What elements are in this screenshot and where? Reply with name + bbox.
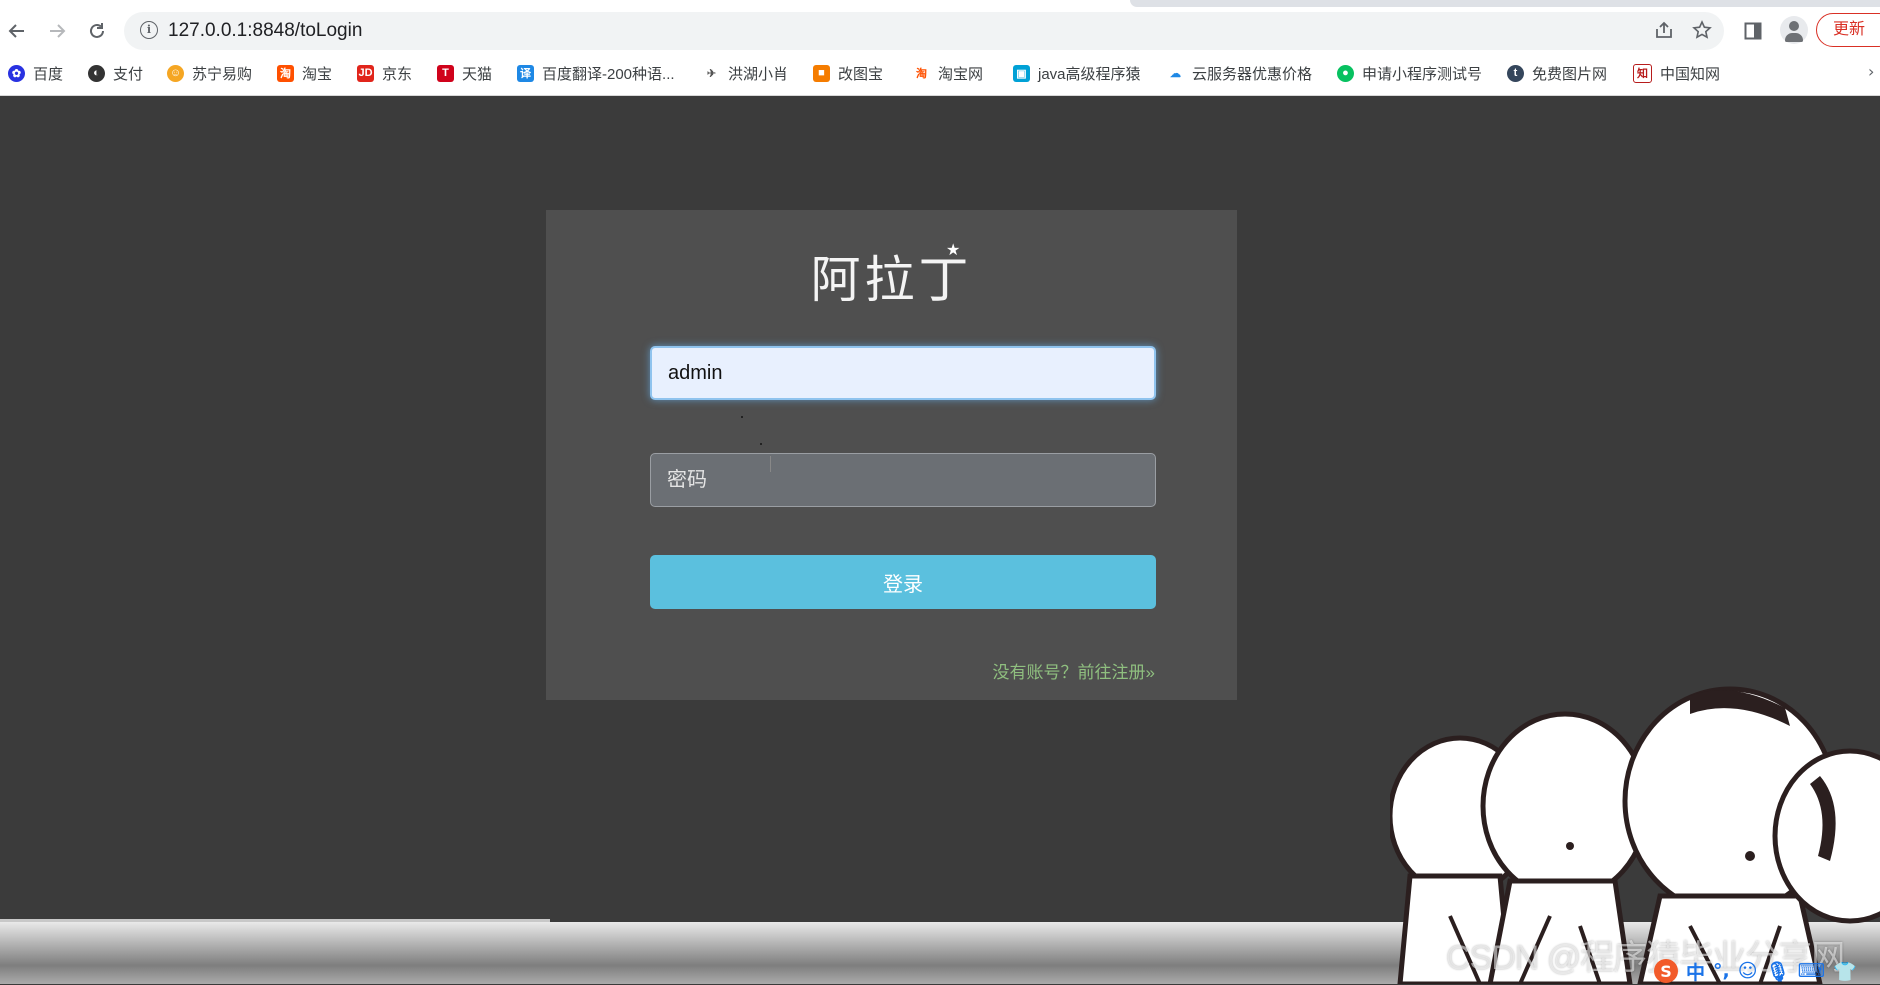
forward-arrow-icon [50, 24, 66, 38]
tmall-icon: T [437, 64, 454, 82]
bookmark-label: 百度翻译-200种语... [542, 65, 675, 83]
bookmark-label: 洪湖小肖 [728, 65, 789, 83]
speck [741, 416, 743, 418]
password-input[interactable] [650, 453, 1156, 507]
cloud-icon: ☁ [1167, 64, 1184, 82]
bookmark-item[interactable]: 知 中国知网 [1633, 60, 1720, 86]
sogou-logo-icon: S [1654, 959, 1678, 983]
side-panel-button[interactable] [1736, 14, 1770, 48]
bookmark-item[interactable]: 淘 淘宝 [277, 60, 332, 86]
bookmark-star-icon[interactable] [1692, 20, 1712, 45]
bookmark-item[interactable]: ✿ 百度 [8, 60, 63, 86]
site-info-icon[interactable]: i [140, 21, 158, 39]
bookmark-label: 申请小程序测试号 [1362, 65, 1483, 83]
baidu-icon: ✿ [8, 64, 25, 82]
jd-icon: JD [357, 64, 374, 82]
bookmark-label: 百度 [33, 65, 64, 83]
bookmark-label: 免费图片网 [1532, 65, 1608, 83]
bookmark-label: 京东 [382, 65, 413, 83]
login-panel: 阿拉丁 ★ 登录 没有账号？前往注册» [546, 210, 1237, 700]
suning-icon: ☺ [167, 64, 184, 82]
share-icon[interactable] [1654, 20, 1674, 45]
ime-toolbar[interactable]: S 中 °, ☺ 🎙 ⌨ 👕 [1654, 958, 1857, 984]
bookmark-item[interactable]: ☁ 云服务器优惠价格 [1167, 60, 1312, 86]
ime-mode-label[interactable]: 中 [1686, 958, 1705, 985]
back-arrow-icon [8, 24, 24, 38]
bookmark-label: 淘宝 [302, 65, 333, 83]
punctuation-icon[interactable]: °, [1713, 960, 1730, 982]
bookmarks-bar: ✿ 百度 ◐ 支付 ☺ 苏宁易购 淘 淘宝 JD 京东 T 天猫 译 百度翻译-… [0, 60, 1880, 86]
bookmark-item[interactable]: ▣ java高级程序猿 [1013, 60, 1141, 86]
pay-icon: ◐ [88, 64, 105, 82]
reload-icon [90, 23, 104, 38]
text-cursor-icon [770, 456, 771, 472]
taobao-icon: 淘 [913, 64, 930, 82]
cnki-icon: 知 [1633, 63, 1652, 83]
bookmark-item[interactable]: t 免费图片网 [1507, 60, 1607, 86]
rocket-icon: ✈ [703, 64, 720, 82]
bookmark-item[interactable]: ☺ 苏宁易购 [167, 60, 252, 86]
bookmark-label: 苏宁易购 [192, 65, 253, 83]
bookmark-item[interactable]: 淘 淘宝网 [913, 60, 983, 86]
keyboard-icon[interactable]: ⌨ [1798, 960, 1825, 982]
url-text[interactable]: 127.0.0.1:8848/toLogin [168, 20, 362, 42]
site-logo: 阿拉丁 [810, 251, 973, 309]
profile-avatar-icon[interactable] [1780, 16, 1808, 44]
skin-shirt-icon[interactable]: 👕 [1833, 960, 1857, 983]
forward-button[interactable] [40, 14, 74, 48]
bookmark-label: java高级程序猿 [1038, 65, 1141, 83]
gaitubao-icon: ■ [813, 64, 830, 82]
speck [760, 443, 762, 445]
reload-button[interactable] [80, 14, 114, 48]
emoji-icon[interactable]: ☺ [1738, 960, 1758, 982]
translate-icon: 译 [517, 64, 534, 82]
update-button[interactable]: 更新 [1816, 13, 1880, 47]
bookmark-label: 改图宝 [838, 65, 884, 83]
browser-chrome: i 127.0.0.1:8848/toLogin 更新 ✿ 百度 ◐ 支付 ☺ … [0, 0, 1880, 96]
back-button[interactable] [0, 14, 34, 48]
bilibili-icon: ▣ [1013, 64, 1030, 82]
bookmark-item[interactable]: T 天猫 [437, 60, 492, 86]
bookmarks-overflow-chevron-icon[interactable]: › [1868, 62, 1874, 81]
taobao-icon: 淘 [277, 64, 294, 82]
microphone-icon[interactable]: 🎙 [1766, 960, 1790, 983]
bookmark-label: 中国知网 [1660, 65, 1721, 83]
bookmark-item[interactable]: ● 申请小程序测试号 [1337, 60, 1482, 86]
bookmark-label: 云服务器优惠价格 [1192, 65, 1313, 83]
t-icon: t [1507, 64, 1524, 82]
bookmark-item[interactable]: ■ 改图宝 [813, 60, 883, 86]
bookmark-label: 支付 [113, 65, 144, 83]
wechat-icon: ● [1337, 64, 1354, 82]
bookmark-item[interactable]: ◐ 支付 [88, 60, 143, 86]
logo-star-icon: ★ [946, 240, 961, 259]
bookmark-item[interactable]: ✈ 洪湖小肖 [703, 60, 788, 86]
tab-strip [1130, 0, 1880, 7]
username-input[interactable] [650, 346, 1156, 400]
bookmark-item[interactable]: JD 京东 [357, 60, 412, 86]
register-link[interactable]: 没有账号？前往注册» [993, 658, 1155, 683]
side-panel-icon [1744, 22, 1762, 40]
login-button[interactable]: 登录 [650, 555, 1156, 609]
bookmark-item[interactable]: 译 百度翻译-200种语... [517, 60, 675, 86]
bookmark-label: 淘宝网 [938, 65, 984, 83]
bookmark-label: 天猫 [462, 65, 493, 83]
address-bar[interactable]: i 127.0.0.1:8848/toLogin [124, 12, 1724, 50]
